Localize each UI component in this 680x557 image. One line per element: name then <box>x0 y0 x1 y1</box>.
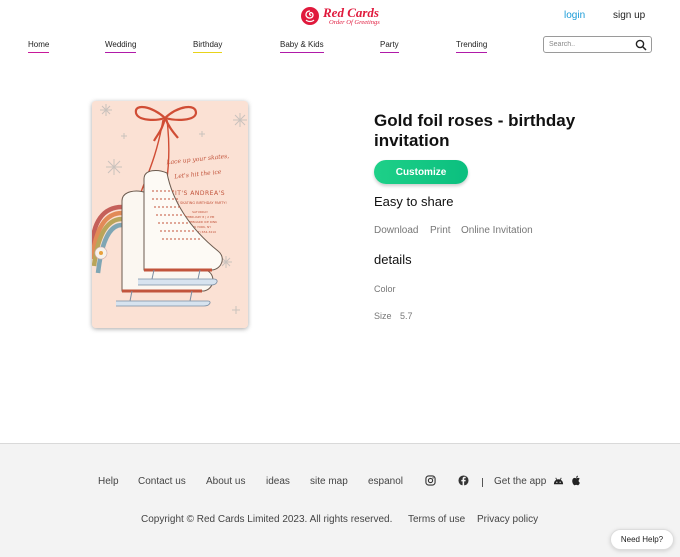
footer-link-site-map[interactable]: site map <box>310 476 348 487</box>
print-link[interactable]: Print <box>430 225 451 236</box>
nav-item-baby-kids[interactable]: Baby & Kids <box>280 40 324 53</box>
nav-item-trending[interactable]: Trending <box>456 40 488 53</box>
logo-title: Red Cards <box>323 5 379 20</box>
footer-link-ideas[interactable]: ideas <box>266 476 290 487</box>
nav-item-label: Trending <box>456 40 488 49</box>
footer-link-about[interactable]: About us <box>206 476 245 487</box>
nav-item-label: Birthday <box>193 40 223 49</box>
logo-subtitle: Order Of Greetings <box>329 19 380 26</box>
nav-underline <box>28 51 50 53</box>
copyright-text: Copyright © Red Cards Limited 2023. All … <box>141 514 393 525</box>
online-invitation-link[interactable]: Online Invitation <box>461 225 533 236</box>
apple-icon[interactable] <box>571 475 582 486</box>
nav-underline <box>280 51 324 53</box>
privacy-link[interactable]: Privacy policy <box>477 514 538 525</box>
details-heading: details <box>374 252 412 267</box>
card-name-line: IT'S ANDREA'S <box>175 190 225 197</box>
download-link[interactable]: Download <box>374 225 418 236</box>
login-link[interactable]: login <box>564 10 585 21</box>
facebook-icon[interactable] <box>458 475 469 486</box>
ice-skate-illustration: Lace up your skates, Let's hit the ice I… <box>92 101 248 328</box>
footer-divider <box>482 478 483 487</box>
nav-underline <box>193 51 223 53</box>
card-event-line: ICE SKATING BIRTHDAY PARTY! <box>173 201 227 205</box>
site-header: Red Cards Order Of Greetings login sign … <box>0 0 680 70</box>
nav-underline <box>380 51 399 53</box>
share-heading: Easy to share <box>374 194 454 209</box>
footer-link-espanol[interactable]: espanol <box>368 476 403 487</box>
nav-item-label: Home <box>28 40 50 49</box>
nav-item-party[interactable]: Party <box>380 40 399 53</box>
nav-item-label: Wedding <box>105 40 137 49</box>
get-app-label: Get the app <box>494 476 547 487</box>
site-footer: Help Contact us About us ideas site map … <box>0 443 680 557</box>
nav-item-wedding[interactable]: Wedding <box>105 40 137 53</box>
nav-item-home[interactable]: Home <box>28 40 50 53</box>
product-title: Gold foil roses - birthday invitation <box>374 111 576 150</box>
terms-link[interactable]: Terms of use <box>408 514 465 525</box>
instagram-icon[interactable] <box>425 475 436 486</box>
logo[interactable]: Red Cards Order Of Greetings <box>300 6 380 27</box>
search-icon[interactable] <box>635 39 647 51</box>
android-icon[interactable] <box>553 476 564 487</box>
footer-link-contact[interactable]: Contact us <box>138 476 186 487</box>
nav-item-label: Party <box>380 40 399 49</box>
nav-item-birthday[interactable]: Birthday <box>193 40 223 53</box>
nav-item-label: Baby & Kids <box>280 40 324 49</box>
color-label: Color <box>374 284 396 294</box>
search-input[interactable] <box>549 41 635 48</box>
search-box <box>543 36 652 53</box>
card-detail-line: SATURDAY <box>192 210 208 214</box>
size-label: Size <box>374 311 392 321</box>
footer-link-help[interactable]: Help <box>98 476 119 487</box>
nav-underline <box>105 51 137 53</box>
need-help-button[interactable]: Need Help? <box>610 529 674 550</box>
signup-link[interactable]: sign up <box>613 10 645 21</box>
rose-logo-icon <box>301 7 319 26</box>
size-value: 5.7 <box>400 311 413 321</box>
nav-underline <box>456 51 488 53</box>
customize-button[interactable]: Customize <box>374 160 468 184</box>
invitation-card-image[interactable]: Lace up your skates, Let's hit the ice I… <box>92 101 248 328</box>
card-detail-line: FEBRUARY 8 | 2 PM <box>186 215 215 219</box>
